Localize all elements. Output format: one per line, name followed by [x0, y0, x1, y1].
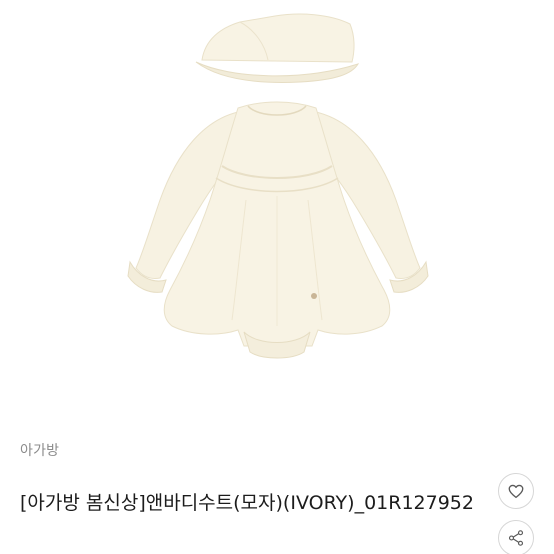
bodysuit: [127, 101, 429, 359]
hat: [195, 13, 360, 83]
share-button[interactable]: [498, 520, 534, 554]
heart-icon: [507, 482, 525, 500]
share-icon: [507, 529, 525, 547]
product-image[interactable]: [0, 0, 554, 420]
product-page: 아가방 [아가방 봄신상]앤바디수트(모자)(IVORY)_01R127952: [0, 0, 554, 554]
like-button[interactable]: [498, 473, 534, 509]
brand-name[interactable]: 아가방: [20, 440, 59, 460]
product-title: [아가방 봄신상]앤바디수트(모자)(IVORY)_01R127952: [20, 492, 474, 514]
bodysuit-illustration: [127, 13, 429, 359]
